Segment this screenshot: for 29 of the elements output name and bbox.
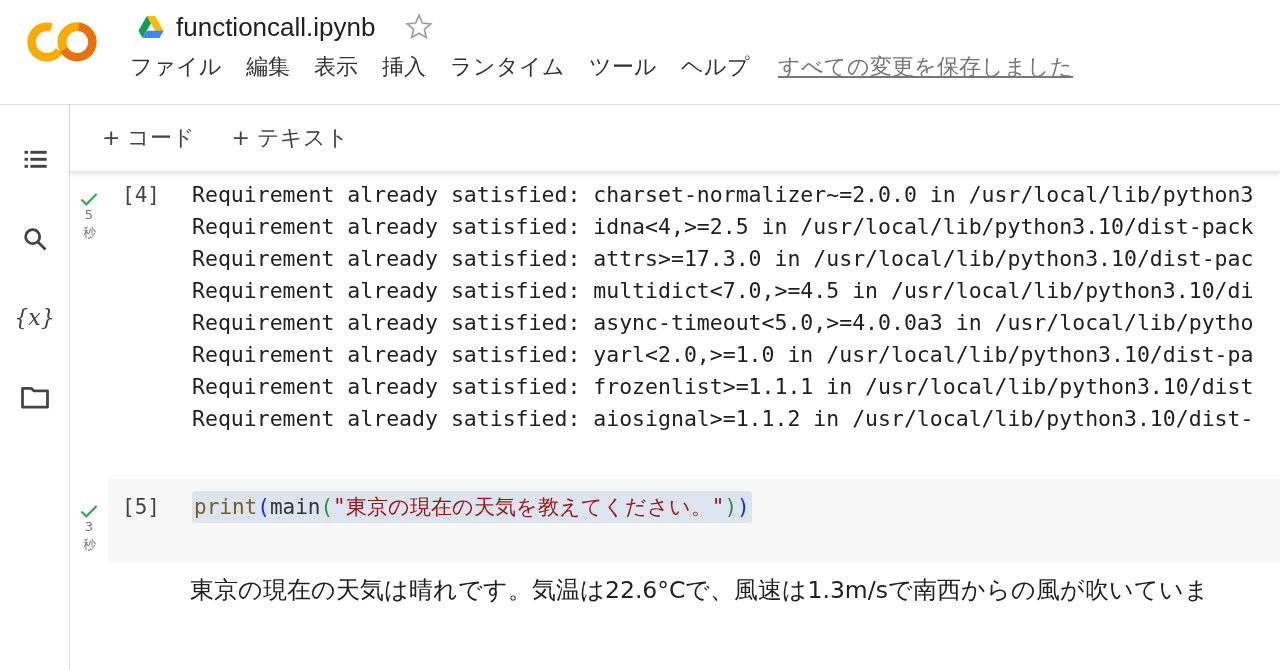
execution-count: [5] <box>122 494 161 519</box>
drive-icon[interactable] <box>138 16 164 38</box>
menu-item[interactable]: ランタイム <box>450 52 565 82</box>
output-line: Requirement already satisfied: attrs>=17.3.0 in /usr/local/lib/python3.10/dist-pac <box>192 245 1254 273</box>
execution-time: 5 <box>84 206 94 224</box>
variables-button[interactable]: {x} <box>14 305 55 330</box>
execution-time-unit: 秒 <box>82 224 96 242</box>
execution-time: 3 <box>84 518 94 536</box>
output-line: 東京の現在の天気は晴れです。気温は22.6°Cで、風速は1.3m/sで南西からの風が吹いていま <box>190 575 1210 606</box>
output-line: Requirement already satisfied: aiosignal>=1.1.2 in /usr/local/lib/python3.10/dist- <box>192 405 1254 433</box>
save-status-link[interactable]: すべての変更を保存しました <box>778 52 1073 82</box>
output-line: Requirement already satisfied: charset-normalizer~=2.0.0 in /usr/local/lib/python3 <box>192 181 1254 209</box>
output-line: Requirement already satisfied: frozenlist>=1.1.1 in /usr/local/lib/python3.10/dist <box>192 373 1254 401</box>
output-line: Requirement already satisfied: yarl<2.0,>=1.0 in /usr/local/lib/python3.10/dist-pa <box>192 341 1254 369</box>
output-line: Requirement already satisfied: async-timeout<5.0,>=4.0.0a3 in /usr/local/lib/pytho <box>192 309 1254 337</box>
notebook-title[interactable]: functioncall.ipynb <box>176 11 376 43</box>
menu-item[interactable]: ファイル <box>130 52 222 82</box>
execution-time-unit: 秒 <box>82 536 96 554</box>
menu-item[interactable]: 表示 <box>314 52 358 82</box>
output-line: Requirement already satisfied: multidict<7.0,>=4.5 in /usr/local/lib/python3.10/di <box>192 277 1254 305</box>
menu-item[interactable]: ツール <box>589 52 657 82</box>
menu-item[interactable]: ヘルプ <box>681 52 750 82</box>
menu-item[interactable]: 編集 <box>246 52 290 82</box>
execution-count: [4] <box>122 182 161 207</box>
menu-item[interactable]: 挿入 <box>382 52 426 82</box>
add-cell-button[interactable]: + テキスト <box>223 119 357 157</box>
star-icon[interactable] <box>405 13 434 41</box>
add-cell-button[interactable]: + コード <box>94 119 204 157</box>
output-line: Requirement already satisfied: idna<4,>=2.5 in /usr/local/lib/python3.10/dist-pack <box>192 213 1254 241</box>
